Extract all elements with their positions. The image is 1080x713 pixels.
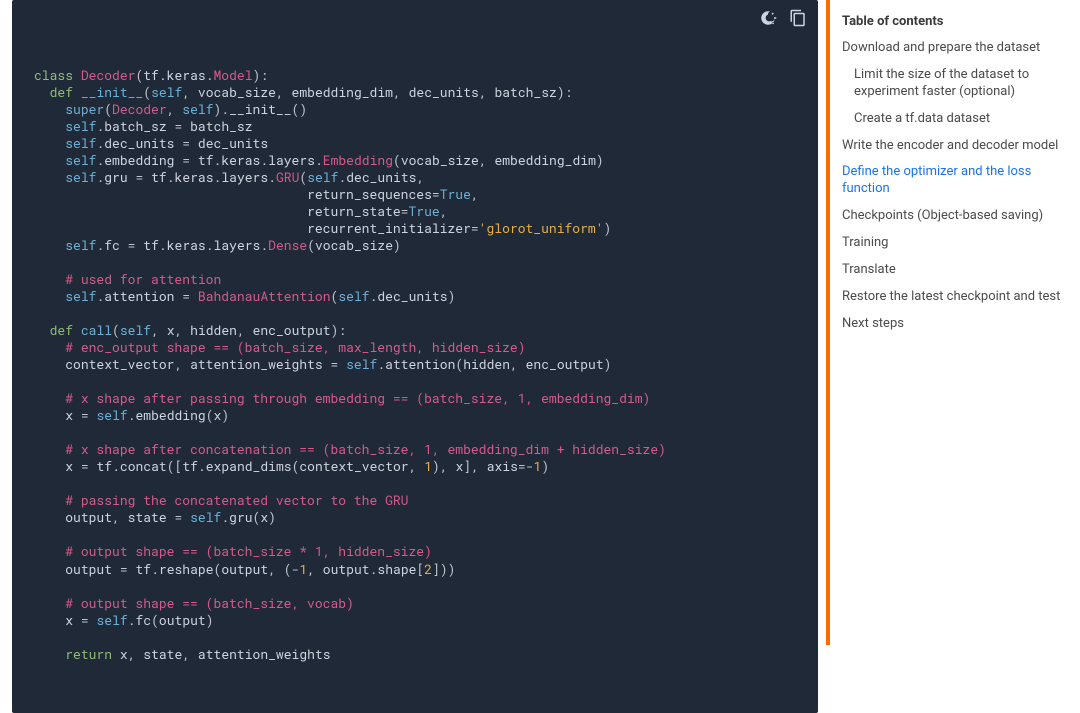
toc-link-3[interactable]: Write the encoder and decoder model xyxy=(830,133,1080,160)
code-actions xyxy=(758,8,808,28)
toc-link-1[interactable]: Limit the size of the dataset to experim… xyxy=(830,62,1080,106)
toc-link-9[interactable]: Next steps xyxy=(830,311,1080,338)
main-area: class Decoder(tf.keras.Model): def __ini… xyxy=(0,0,826,645)
toc-link-7[interactable]: Translate xyxy=(830,257,1080,284)
toc-link-2[interactable]: Create a tf.data dataset xyxy=(830,106,1080,133)
toc-link-0[interactable]: Download and prepare the dataset xyxy=(830,35,1080,62)
toc-link-4[interactable]: Define the optimizer and the loss functi… xyxy=(830,159,1080,203)
toc-link-5[interactable]: Checkpoints (Object-based saving) xyxy=(830,203,1080,230)
code-content: class Decoder(tf.keras.Model): def __ini… xyxy=(34,67,798,663)
code-block: class Decoder(tf.keras.Model): def __ini… xyxy=(12,0,818,713)
toc-heading: Table of contents xyxy=(830,10,1080,35)
table-of-contents: Table of contents Download and prepare t… xyxy=(826,0,1080,645)
toc-link-6[interactable]: Training xyxy=(830,230,1080,257)
copy-icon[interactable] xyxy=(788,8,808,28)
theme-toggle-icon[interactable] xyxy=(758,8,778,28)
toc-link-8[interactable]: Restore the latest checkpoint and test xyxy=(830,284,1080,311)
